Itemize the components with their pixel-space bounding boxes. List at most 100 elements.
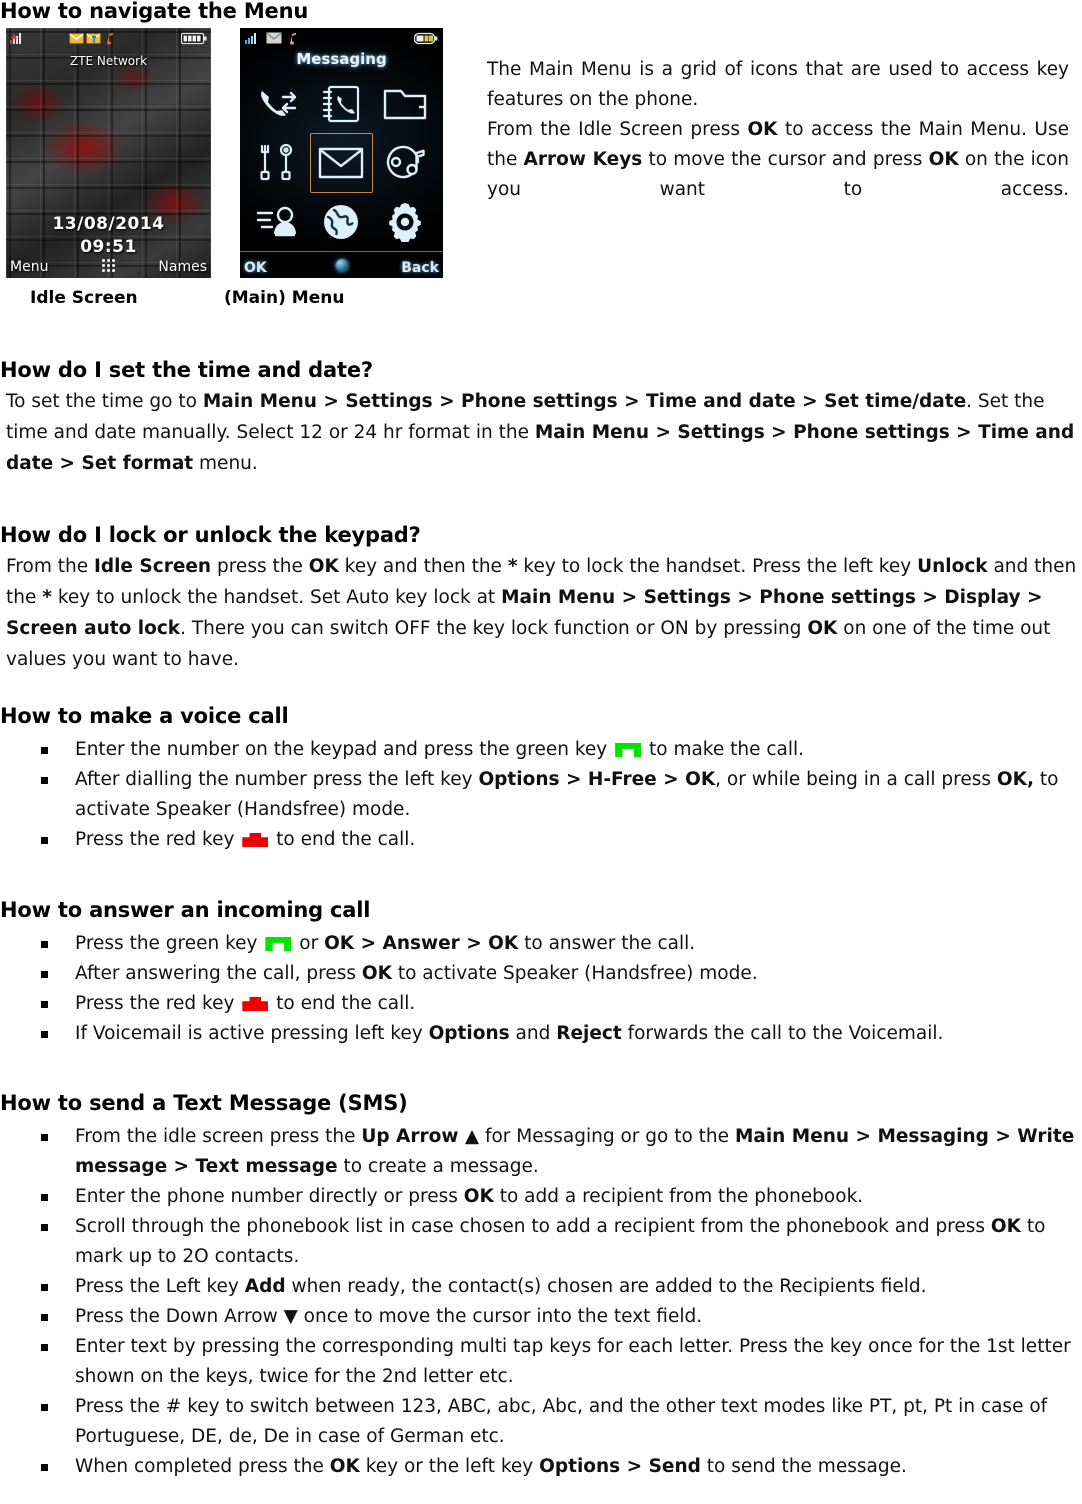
emphasis-text: Add: [244, 1276, 286, 1297]
menu-item-settings[interactable]: [373, 193, 437, 252]
kl-c: key and then the: [338, 556, 508, 577]
list-item: After answering the call, press OK to ac…: [0, 959, 1078, 989]
bullet-square-icon: [41, 777, 48, 784]
heading-keypad-lock: How do I lock or unlock the keypad?: [0, 522, 700, 548]
idle-softkey-left[interactable]: Menu: [10, 259, 48, 275]
list-item: Press the Down Arrow ▼ once to move the …: [0, 1302, 1078, 1332]
battery-full-icon: [180, 30, 207, 49]
kl-g: . There you can switch OFF the key lock …: [180, 618, 808, 639]
heading-sms: How to send a Text Message (SMS): [0, 1090, 700, 1116]
list-item: When completed press the OK key or the l…: [0, 1452, 1078, 1482]
bullet-square-icon: [41, 1134, 48, 1141]
kl-star-2: *: [42, 587, 52, 608]
list-item: After dialling the number press the left…: [0, 765, 1078, 825]
bullet-square-icon: [41, 1344, 48, 1351]
browser-icon: [322, 203, 360, 241]
list-item: If Voicemail is active pressing left key…: [0, 1019, 1078, 1049]
bullet-square-icon: [41, 1001, 48, 1008]
music-player-icon: [384, 144, 426, 182]
list-item: Press the Left key Add when ready, the c…: [0, 1272, 1078, 1302]
kl-f: key to unlock the handset. Set Auto key …: [51, 587, 502, 608]
menu-item-profiles[interactable]: [246, 193, 310, 252]
body-text: to activate Speaker (Handsfree) mode.: [391, 963, 758, 984]
body-text: for Messaging or go to the: [479, 1126, 735, 1147]
nav-ok-1: OK: [747, 119, 778, 140]
menu-status-bar: [240, 30, 443, 46]
messaging-icon: [318, 147, 364, 179]
list-item: Enter text by pressing the corresponding…: [0, 1332, 1078, 1392]
grid-dots-icon[interactable]: [100, 258, 117, 272]
nav-ok-2: OK: [928, 149, 959, 170]
keypad-lock-paragraph: From the Idle Screen press the OK key an…: [6, 551, 1078, 675]
body-text: Scroll through the phonebook list in cas…: [75, 1216, 991, 1237]
heading-time-date-text: How do I set the time and date?: [0, 358, 373, 382]
red-end-key-icon: [242, 833, 269, 847]
menu-item-music-player[interactable]: [373, 133, 437, 192]
list-item: Press the red key to end the call.: [0, 989, 1078, 1019]
caption-main-menu: (Main) Menu: [224, 288, 345, 308]
navigate-desc-2c: to move the cursor and press: [642, 149, 929, 170]
idle-time: 09:51: [80, 237, 137, 257]
time-date-paragraph: To set the time go to Main Menu > Settin…: [6, 386, 1078, 479]
body-text: , or while being in a call press: [715, 769, 997, 790]
red-end-key-icon: [242, 997, 269, 1011]
emphasis-text: OK: [463, 1186, 494, 1207]
signal-icon: [244, 30, 261, 49]
navigation-ball-icon[interactable]: [335, 259, 348, 272]
bullet-square-icon: [41, 971, 48, 978]
menu-item-call-log[interactable]: [246, 74, 310, 133]
green-call-key-icon: [265, 937, 292, 951]
emphasis-text: Options > H-Free > OK: [478, 769, 716, 790]
idle-screen-image: ZTE Network 13/08/2014 09:51 Menu Names: [6, 28, 211, 278]
menu-item-phonebook[interactable]: [310, 74, 374, 133]
caption-idle-screen: Idle Screen: [30, 288, 138, 308]
bullet-square-icon: [41, 837, 48, 844]
kl-ok-2: OK: [807, 618, 838, 639]
kl-idle-screen: Idle Screen: [93, 556, 212, 577]
settings-icon: [385, 202, 425, 243]
heading-keypad-lock-text: How do I lock or unlock the keypad?: [0, 523, 421, 547]
kl-star-1: *: [507, 556, 518, 577]
body-text: to make the call.: [643, 739, 805, 760]
list-item: Enter the phone number directly or press…: [0, 1182, 1078, 1212]
kl-a: From the: [6, 556, 94, 577]
emphasis-text: Reject: [556, 1023, 622, 1044]
envelope-icon: [266, 30, 282, 49]
list-item: Press the green key or OK > Answer > OK …: [0, 929, 1078, 959]
list-item: Scroll through the phonebook list in cas…: [0, 1212, 1078, 1272]
menu-softkey-left[interactable]: OK: [244, 260, 267, 276]
body-text: After dialling the number press the left…: [75, 769, 479, 790]
music-note-icon: [103, 30, 115, 49]
body-text: Press the red key: [75, 993, 241, 1014]
bullet-square-icon: [41, 1314, 48, 1321]
navigate-desc-2a: From the Idle Screen press: [487, 119, 748, 140]
body-text: forwards the call to the Voicemail.: [621, 1023, 944, 1044]
menu-softkey-right[interactable]: Back: [401, 260, 439, 276]
bullet-square-icon: [41, 1224, 48, 1231]
emphasis-text: OK: [329, 1456, 360, 1477]
body-text: Press the # key to switch between 123, A…: [75, 1396, 1048, 1447]
body-text: to add a recipient from the phonebook.: [493, 1186, 864, 1207]
emphasis-text: OK,: [996, 769, 1034, 790]
page-title: How to navigate the Menu: [0, 0, 700, 24]
file-manager-icon: [383, 87, 427, 121]
voice-call-list: Enter the number on the keypad and press…: [0, 735, 1078, 855]
sms-list: From the idle screen press the Up Arrow …: [0, 1122, 1078, 1482]
idle-softkey-right[interactable]: Names: [158, 259, 207, 275]
menu-item-browser[interactable]: [310, 193, 374, 252]
network-name-label: ZTE Network: [66, 54, 151, 68]
menu-item-tools[interactable]: [246, 133, 310, 192]
call-log-icon: [256, 86, 300, 122]
list-item: Press the red key to end the call.: [0, 825, 1078, 855]
navigate-description: The Main Menu is a grid of icons that ar…: [487, 55, 1069, 235]
heading-answer-call: How to answer an incoming call: [0, 897, 700, 923]
menu-bottom-bar: OK Back: [240, 251, 443, 278]
menu-item-file-manager[interactable]: [373, 74, 437, 133]
heading-voice-call-text: How to make a voice call: [0, 704, 289, 728]
emphasis-text: Options > Send: [539, 1456, 701, 1477]
heading-sms-text: How to send a Text Message (SMS): [0, 1091, 408, 1115]
body-text: Press the Down Arrow ▼ once to move the …: [75, 1306, 703, 1327]
kl-unlock: Unlock: [917, 556, 988, 577]
body-text: key or the left key: [359, 1456, 540, 1477]
menu-item-messaging[interactable]: [309, 133, 374, 193]
